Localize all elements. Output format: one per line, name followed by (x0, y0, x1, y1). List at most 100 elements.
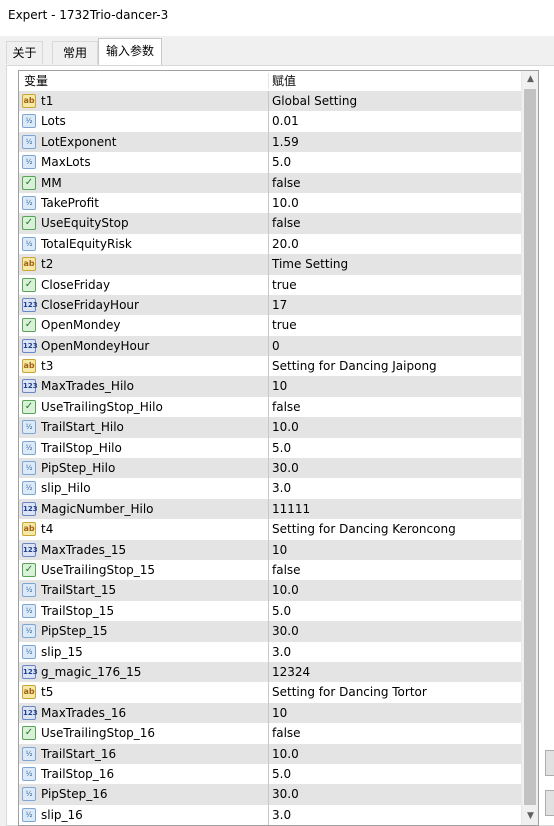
side-button-2[interactable] (545, 790, 554, 816)
scrollbar-thumb[interactable] (524, 89, 536, 805)
parameter-row[interactable]: ✓ UseTrailingStop_Hilo false (19, 396, 522, 418)
column-divider (268, 478, 269, 499)
parameter-name: t4 (41, 522, 54, 537)
parameter-row[interactable]: ½ TrailStart_Hilo 10.0 (19, 417, 522, 438)
parameter-name: t2 (41, 257, 54, 272)
tab-common[interactable]: 常用 (52, 41, 98, 64)
parameter-name: slip_Hilo (41, 481, 91, 496)
parameter-row[interactable]: ½ TrailStart_15 10.0 (19, 580, 522, 601)
parameter-row[interactable]: ab t4 Setting for Dancing Keroncong (19, 519, 522, 540)
parameter-value[interactable]: Time Setting (272, 254, 348, 274)
double-type-icon: ½ (22, 583, 36, 598)
parameter-value[interactable]: 20.0 (272, 234, 299, 254)
scroll-up-icon[interactable]: ▲ (522, 71, 538, 88)
parameter-row[interactable]: ½ TrailStop_Hilo 5.0 (19, 437, 522, 459)
parameter-name: TrailStop_16 (41, 766, 115, 781)
parameter-row[interactable]: ½ PipStep_15 30.0 (19, 621, 522, 642)
parameter-value[interactable]: 3.0 (272, 478, 291, 498)
parameter-value[interactable]: true (272, 275, 297, 295)
parameter-row[interactable]: ✓ OpenMondey true (19, 315, 522, 336)
parameter-value[interactable]: 10 (272, 540, 287, 560)
parameter-row[interactable]: ✓ UseTrailingStop_15 false (19, 559, 522, 581)
parameter-value[interactable]: 5.0 (272, 601, 291, 621)
parameter-value[interactable]: 5.0 (272, 438, 291, 458)
parameter-row[interactable]: ½ TrailStop_15 5.0 (19, 600, 522, 622)
parameter-row[interactable]: ab t5 Setting for Dancing Tortor (19, 682, 522, 703)
vertical-scrollbar[interactable]: ▲ ▼ (521, 71, 538, 825)
parameter-row[interactable]: 123 MaxTrades_15 10 (19, 539, 522, 560)
parameter-row[interactable]: ab t1 Global Setting (19, 91, 522, 112)
parameter-name: slip_15 (41, 644, 83, 659)
parameter-row[interactable]: ✓ CloseFriday true (19, 274, 522, 295)
parameter-value[interactable]: 30.0 (272, 621, 299, 641)
parameter-name: PipStep_Hilo (41, 461, 116, 476)
parameter-name: CloseFridayHour (41, 297, 139, 312)
parameter-row[interactable]: ab t2 Time Setting (19, 254, 522, 275)
parameter-value[interactable]: 30.0 (272, 784, 299, 804)
parameter-row[interactable]: ½ TakeProfit 10.0 (19, 192, 522, 214)
parameter-value[interactable]: 10.0 (272, 193, 299, 213)
parameter-row[interactable]: 123 MagicNumber_Hilo 11111 (19, 498, 522, 520)
parameter-value[interactable]: false (272, 560, 301, 580)
parameter-row[interactable]: 123 OpenMondeyHour 0 (19, 335, 522, 357)
parameter-value[interactable]: false (272, 173, 301, 193)
parameter-value[interactable]: 5.0 (272, 152, 291, 172)
parameter-row[interactable]: ½ TrailStop_16 5.0 (19, 763, 522, 785)
column-divider[interactable] (268, 73, 269, 89)
parameter-value[interactable]: false (272, 723, 301, 743)
parameter-row[interactable]: ½ LotExponent 1.59 (19, 131, 522, 153)
side-button-1[interactable] (545, 750, 554, 776)
parameter-value[interactable]: 11111 (272, 499, 310, 519)
parameter-row[interactable]: 123 CloseFridayHour 17 (19, 294, 522, 316)
parameter-value[interactable]: Global Setting (272, 91, 357, 111)
scroll-down-icon[interactable]: ▼ (522, 808, 538, 825)
column-header-value[interactable]: 赋值 (272, 71, 520, 91)
tab-inputs[interactable]: 输入参数 (98, 38, 162, 65)
parameter-value[interactable]: 17 (272, 295, 287, 315)
parameter-row[interactable]: ½ PipStep_16 30.0 (19, 784, 522, 805)
parameter-row[interactable]: ½ MaxLots 5.0 (19, 152, 522, 173)
parameter-row[interactable]: ab t3 Setting for Dancing Jaipong (19, 356, 522, 377)
column-header-variable[interactable]: 变量 (24, 71, 269, 91)
parameter-value[interactable]: 0.01 (272, 111, 299, 131)
double-type-icon: ½ (22, 134, 36, 149)
parameter-value[interactable]: false (272, 213, 301, 233)
parameter-value[interactable]: 3.0 (272, 805, 291, 825)
parameter-value[interactable]: 3.0 (272, 642, 291, 662)
parameter-value[interactable]: 10 (272, 376, 287, 396)
parameter-value[interactable]: 1.59 (272, 132, 299, 152)
parameter-row[interactable]: ✓ MM false (19, 172, 522, 193)
tab-about[interactable]: 关于 (6, 41, 43, 64)
parameter-value[interactable]: 30.0 (272, 458, 299, 478)
parameter-row[interactable]: ½ PipStep_Hilo 30.0 (19, 458, 522, 479)
parameter-row[interactable]: ½ slip_16 3.0 (19, 804, 522, 825)
bool-type-icon: ✓ (22, 726, 36, 741)
parameter-value[interactable]: Setting for Dancing Jaipong (272, 356, 437, 376)
parameter-value[interactable]: 10.0 (272, 744, 299, 764)
double-type-icon: ½ (22, 461, 36, 476)
parameter-row[interactable]: 123 g_magic_176_15 12324 (19, 661, 522, 683)
parameter-row[interactable]: 123 MaxTrades_Hilo 10 (19, 376, 522, 397)
parameter-value[interactable]: true (272, 315, 297, 335)
parameter-value[interactable]: false (272, 397, 301, 417)
parameter-value[interactable]: 10.0 (272, 580, 299, 600)
parameter-row[interactable]: ½ TrailStart_16 10.0 (19, 743, 522, 764)
column-divider (268, 131, 269, 153)
parameter-row[interactable]: ½ slip_15 3.0 (19, 641, 522, 662)
parameter-value[interactable]: 10.0 (272, 417, 299, 437)
double-type-icon: ½ (22, 481, 36, 496)
parameter-value[interactable]: 5.0 (272, 764, 291, 784)
parameter-row[interactable]: 123 MaxTrades_16 10 (19, 702, 522, 724)
parameter-row[interactable]: ✓ UseTrailingStop_16 false (19, 723, 522, 744)
parameter-row[interactable]: ½ slip_Hilo 3.0 (19, 478, 522, 499)
parameter-value[interactable]: 10 (272, 703, 287, 723)
parameter-row[interactable]: ½ Lots 0.01 (19, 111, 522, 132)
parameter-value[interactable]: 12324 (272, 662, 310, 682)
parameter-row[interactable]: ½ TotalEquityRisk 20.0 (19, 233, 522, 255)
parameter-name: TrailStart_15 (41, 583, 117, 598)
parameter-value[interactable]: Setting for Dancing Tortor (272, 682, 427, 702)
parameter-value[interactable]: Setting for Dancing Keroncong (272, 519, 456, 539)
parameter-value[interactable]: 0 (272, 336, 280, 356)
bool-type-icon: ✓ (22, 562, 36, 577)
parameter-row[interactable]: ✓ UseEquityStop false (19, 213, 522, 234)
